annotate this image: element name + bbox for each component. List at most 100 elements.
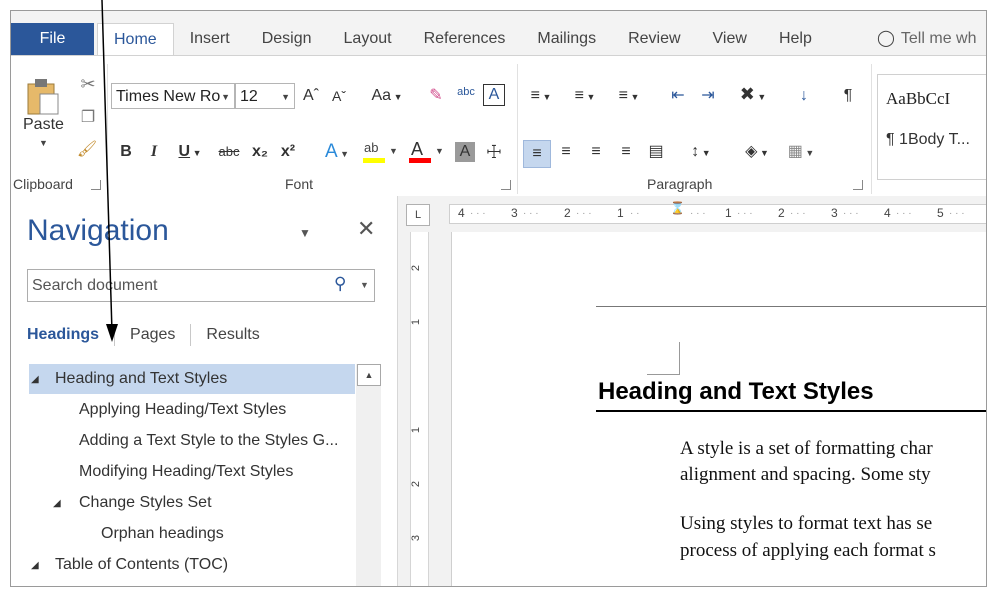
tab-references[interactable]: References [408,23,522,55]
cut-icon[interactable]: ✂ [77,74,99,94]
tab-view[interactable]: View [697,23,763,55]
tab-pages[interactable]: Pages [114,324,190,346]
tree-item-label: Orphan headings [101,525,224,542]
ruler-label: 2 [778,206,785,220]
ribbon-home: Paste ▼ ✂ ❐ 🖌 Clipboard Times New Ro ▼ 1… [11,55,986,197]
tree-scrollbar[interactable]: ▲ [356,364,381,586]
tab-selector-button[interactable]: L [406,204,430,226]
tab-help[interactable]: Help [763,23,828,55]
collapse-icon[interactable]: ◢ [31,365,39,395]
tree-item[interactable]: Orphan headings [101,519,224,549]
asian-layout-icon[interactable]: ✖ ▼ [735,84,771,107]
highlight-color-button[interactable]: ab ▼ [361,140,399,166]
tree-item[interactable]: ◢ Heading and Text Styles [29,364,355,394]
horizontal-ruler[interactable]: 4 · · · 3 · · · 2 · · · 1 · · ⌛ · · · 1 … [449,201,986,224]
change-case-button[interactable]: Aa ▼ [367,86,407,107]
ruler-dots: · · · [576,208,592,219]
change-case-label: Aa [371,87,392,104]
ruler-dots: · · · [949,208,965,219]
search-input[interactable] [30,270,324,302]
format-painter-icon[interactable]: 🖌 [75,140,99,160]
style-normal[interactable]: AaBbCcI [886,89,950,109]
tab-design[interactable]: Design [246,23,328,55]
italic-button[interactable]: I [145,142,163,162]
collapse-icon[interactable]: ◢ [53,489,61,519]
highlighter-icon: ab [364,140,379,155]
paragraph-group-label: Paragraph [647,176,713,192]
clear-formatting-icon[interactable]: ✎ [425,86,447,106]
tab-layout[interactable]: Layout [328,23,408,55]
copy-icon[interactable]: ❐ [77,108,99,128]
tree-item[interactable]: Modifying Heading/Text Styles [79,457,293,487]
multilevel-list-icon[interactable]: ≡ ▼ [611,86,647,107]
search-icon[interactable]: ⚲ [334,274,346,294]
tab-home[interactable]: Home [97,23,174,55]
ruler-label: 3 [410,534,423,542]
sort-icon[interactable]: ↓ [793,86,815,106]
font-launcher-icon[interactable] [501,180,511,190]
vertical-ruler[interactable]: 2 1 1 2 3 [410,232,429,586]
ruler-label: 2 [564,206,571,220]
font-size-combo[interactable]: 12 ▼ [235,83,295,109]
ruler-dots: · · · [896,208,912,219]
document-page[interactable]: Heading and Text Styles A style is a set… [451,232,986,586]
strikethrough-button[interactable]: abc [215,142,243,162]
ruler-label: 1 [410,318,423,326]
tab-headings[interactable]: Headings [27,324,114,346]
align-left-button[interactable]: ≡ [523,140,551,168]
tab-insert[interactable]: Insert [174,23,246,55]
enclose-characters-icon[interactable]: ☩ [483,142,505,162]
tree-item[interactable]: Applying Heading/Text Styles [79,395,286,425]
character-shading-icon[interactable]: A [455,142,475,162]
distributed-button[interactable]: ▤ [645,142,667,162]
collapse-icon[interactable]: ◢ [31,551,39,581]
grow-font-icon[interactable]: Aˆ [301,86,321,106]
bold-button[interactable]: B [117,142,135,162]
borders-icon[interactable]: ▦ ▼ [783,142,819,163]
indent-marker-icon[interactable]: ⌛ [670,201,685,215]
tell-me-box[interactable]: ◯ Tell me wh [877,23,976,55]
styles-gallery[interactable]: AaBbCcI ¶ 1Body T... [877,74,986,180]
search-options-icon[interactable]: ▼ [360,280,369,290]
tab-mailings[interactable]: Mailings [521,23,612,55]
font-name-combo[interactable]: Times New Ro ▼ [111,83,235,109]
superscript-button[interactable]: x² [277,142,299,162]
underline-button[interactable]: U ▼ [173,142,207,163]
tree-item[interactable]: Adding a Text Style to the Styles G... [79,426,338,456]
align-right-button[interactable]: ≡ [585,142,607,162]
ruler-label: 4 [884,206,891,220]
align-center-button[interactable]: ≡ [555,142,577,162]
close-icon[interactable]: ✕ [357,216,375,242]
bullets-icon[interactable]: ≡ ▼ [523,86,559,107]
paste-button[interactable]: Paste ▼ [19,76,69,156]
font-size-value: 12 [240,88,258,105]
ribbon-tab-bar: File Home Insert Design Layout Reference… [11,11,986,55]
shrink-font-icon[interactable]: Aˇ [329,86,349,106]
style-body-text[interactable]: ¶ 1Body T... [886,131,970,149]
line-spacing-icon[interactable]: ↕ ▼ [683,142,719,163]
increase-indent-icon[interactable]: ⇥ [697,86,719,106]
tab-review[interactable]: Review [612,23,696,55]
scroll-up-icon[interactable]: ▲ [357,364,381,386]
tab-file[interactable]: File [11,23,94,55]
paste-label: Paste [23,116,64,133]
justify-button[interactable]: ≡ [615,142,637,162]
decrease-indent-icon[interactable]: ⇤ [667,86,689,106]
tree-item[interactable]: ◢ Change Styles Set [53,488,343,518]
tree-item-label: Applying Heading/Text Styles [79,401,287,418]
numbering-icon[interactable]: ≡ ▼ [567,86,603,107]
text-effects-icon[interactable]: A ▼ [319,142,355,164]
group-divider [871,64,872,194]
tab-results[interactable]: Results [190,324,274,346]
tree-item[interactable]: ◢ Table of Contents (TOC) [29,550,349,580]
paragraph-launcher-icon[interactable] [853,180,863,190]
shading-icon[interactable]: ◈ ▼ [739,142,775,163]
font-color-button[interactable]: A ▼ [407,139,445,166]
pane-options-icon[interactable]: ▼ [299,226,311,240]
character-border-icon[interactable]: A [483,84,505,106]
subscript-button[interactable]: x₂ [249,142,271,162]
phonetic-guide-icon[interactable]: abc [455,82,477,102]
clipboard-launcher-icon[interactable] [91,180,101,190]
show-formatting-icon[interactable]: ¶ [837,86,859,106]
ruler-label: 3 [831,206,838,220]
